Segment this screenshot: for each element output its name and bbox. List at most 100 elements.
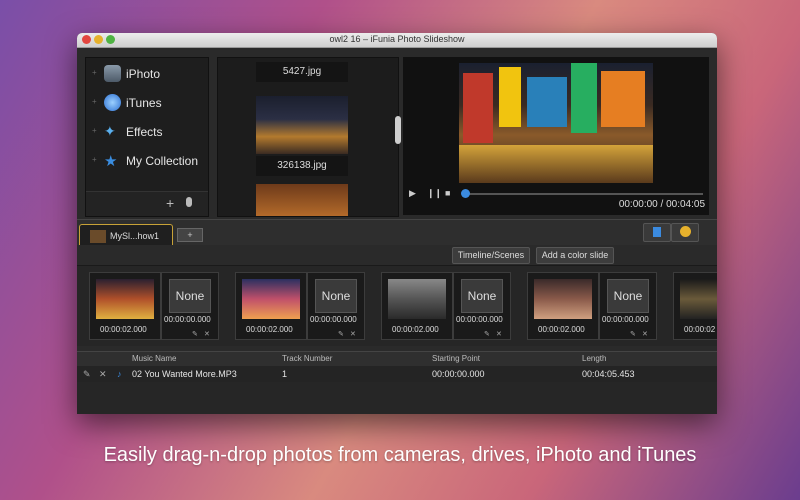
itunes-icon: [104, 94, 121, 111]
starting-point: 00:00:00.000: [432, 369, 485, 379]
slide-thumbnail: [242, 279, 300, 319]
slide-thumbnail: [96, 279, 154, 319]
expand-icon[interactable]: +: [92, 126, 97, 135]
play-icon[interactable]: ▶: [409, 188, 416, 199]
sidebar-item-effects[interactable]: + ✦ Effects: [86, 120, 208, 144]
music-name: 02 You Wanted More.MP3: [132, 369, 237, 379]
transition-duration: 00:00:00.000: [602, 315, 649, 324]
microphone-icon[interactable]: [186, 197, 192, 207]
library-sidebar: + iPhoto + iTunes + ✦ Effects + ★ My Col…: [85, 57, 209, 217]
slide-cell[interactable]: 00:00:02: [673, 272, 717, 340]
track-number: 1: [282, 369, 288, 379]
column-header[interactable]: Music Name: [132, 354, 176, 363]
slide-cell[interactable]: 00:00:02.000: [381, 272, 453, 340]
transition-duration: 00:00:00.000: [456, 315, 503, 324]
storyboard-toolbar: Timeline/Scenes Add a color slide: [77, 245, 717, 265]
sidebar-item-my-collection[interactable]: + ★ My Collection: [86, 149, 208, 173]
add-color-slide-button[interactable]: Add a color slide: [536, 247, 614, 264]
sidebar-item-iphoto[interactable]: + iPhoto: [86, 62, 208, 86]
scrubber-knob[interactable]: [461, 189, 470, 198]
playback-controls: ▶ ❙❙ ■ 00:00:00 / 00:04:05: [403, 185, 709, 215]
add-tab-button[interactable]: +: [177, 228, 203, 242]
delete-icon[interactable]: ✕: [350, 330, 356, 338]
transition-cell[interactable]: None 00:00:00.000 ✎ ✕: [161, 272, 219, 340]
transition-duration: 00:00:00.000: [164, 315, 211, 324]
star-icon: ★: [104, 153, 118, 170]
music-table-empty-area: [77, 382, 717, 414]
delete-icon[interactable]: ✕: [99, 369, 107, 380]
photo-thumbnail[interactable]: [256, 96, 348, 154]
track-length: 00:04:05.453: [582, 369, 635, 379]
photo-thumbnail[interactable]: [256, 184, 348, 216]
slide-duration: 00:00:02: [684, 325, 716, 334]
pause-icon[interactable]: ❙❙: [427, 188, 442, 199]
photo-filename: 326138.jpg: [256, 156, 348, 176]
slide-thumbnail: [534, 279, 592, 319]
wrench-icon[interactable]: ✎: [192, 330, 198, 338]
slide-thumbnail: [680, 279, 717, 319]
storyboard-view-button[interactable]: [643, 223, 671, 242]
edit-icon[interactable]: ✎: [83, 369, 91, 380]
slide-duration: 00:00:02.000: [100, 325, 147, 334]
photo-filename: 5427.jpg: [256, 62, 348, 82]
transition-cell[interactable]: None 00:00:00.000 ✎ ✕: [453, 272, 511, 340]
scrubber-track[interactable]: [463, 193, 703, 195]
sidebar-item-label: iPhoto: [126, 67, 161, 81]
transition-cell[interactable]: None 00:00:00.000 ✎ ✕: [307, 272, 365, 340]
transition-type: None: [169, 279, 211, 313]
wrench-icon[interactable]: ✎: [338, 330, 344, 338]
expand-icon[interactable]: +: [92, 155, 97, 164]
slide-duration: 00:00:02.000: [538, 325, 585, 334]
transition-cell[interactable]: None 00:00:00.000 ✎ ✕: [599, 272, 657, 340]
expand-icon[interactable]: +: [92, 97, 97, 106]
table-row[interactable]: ✎ ✕ ♪ 02 You Wanted More.MP3 1 00:00:00.…: [77, 366, 717, 382]
storyboard: 00:00:02.000 None 00:00:00.000 ✎ ✕ 00:00…: [77, 265, 717, 346]
tab-slideshow[interactable]: MySl...how1: [79, 224, 173, 247]
transition-duration: 00:00:00.000: [310, 315, 357, 324]
sidebar-item-label: iTunes: [126, 96, 162, 110]
iphoto-icon: [104, 65, 121, 82]
sidebar-item-label: My Collection: [126, 154, 199, 168]
column-header[interactable]: Starting Point: [432, 354, 480, 363]
panel-collapse-handle[interactable]: [395, 116, 401, 144]
sidebar-item-itunes[interactable]: + iTunes: [86, 91, 208, 115]
slideshow-tabs: MySl...how1 +: [77, 219, 717, 247]
burn-disc-button[interactable]: [671, 223, 699, 242]
delete-icon[interactable]: ✕: [496, 330, 502, 338]
music-table-header: Music Name Track Number Starting Point L…: [77, 351, 717, 367]
slide-duration: 00:00:02.000: [392, 325, 439, 334]
stop-icon[interactable]: ■: [445, 188, 450, 198]
column-header[interactable]: Track Number: [282, 354, 332, 363]
slide-cell[interactable]: 00:00:02.000: [89, 272, 161, 340]
wrench-icon[interactable]: ✎: [484, 330, 490, 338]
storyboard-icon: [653, 227, 661, 237]
column-header[interactable]: Length: [582, 354, 606, 363]
tab-thumbnail: [90, 230, 106, 243]
promo-caption: Easily drag-n-drop photos from cameras, …: [103, 444, 697, 466]
slide-thumbnail: [388, 279, 446, 319]
delete-icon[interactable]: ✕: [642, 330, 648, 338]
tab-label: MySl...how1: [110, 231, 160, 241]
window-title: owl2 16 – iFunia Photo Slideshow: [329, 34, 465, 44]
add-icon[interactable]: +: [166, 195, 174, 211]
transition-type: None: [461, 279, 503, 313]
expand-icon[interactable]: +: [92, 68, 97, 77]
photo-browser: 5427.jpg 326138.jpg: [217, 57, 399, 217]
sidebar-item-label: Effects: [126, 125, 163, 139]
timecode: 00:00:00 / 00:04:05: [618, 199, 705, 210]
magic-wand-icon: ✦: [104, 123, 116, 139]
preview-pane: ▶ ❙❙ ■ 00:00:00 / 00:04:05: [403, 57, 709, 215]
preview-video: [459, 63, 653, 183]
slide-cell[interactable]: 00:00:02.000: [527, 272, 599, 340]
sidebar-footer: +: [86, 191, 208, 216]
delete-icon[interactable]: ✕: [204, 330, 210, 338]
disc-icon: [680, 226, 691, 237]
transition-type: None: [315, 279, 357, 313]
slide-duration: 00:00:02.000: [246, 325, 293, 334]
music-note-icon: ♪: [117, 369, 122, 379]
timeline-scenes-button[interactable]: Timeline/Scenes: [452, 247, 530, 264]
slide-cell[interactable]: 00:00:02.000: [235, 272, 307, 340]
title-bar: owl2 16 – iFunia Photo Slideshow: [77, 33, 717, 48]
wrench-icon[interactable]: ✎: [630, 330, 636, 338]
transition-type: None: [607, 279, 649, 313]
